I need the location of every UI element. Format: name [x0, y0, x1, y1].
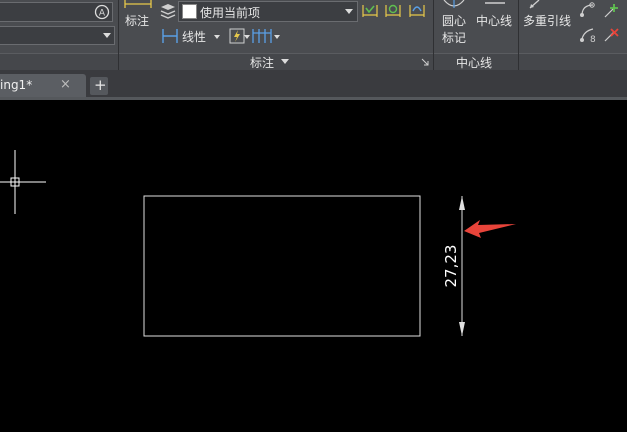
- dim-oblique-icon[interactable]: [408, 2, 426, 20]
- rectangle-shape[interactable]: [143, 195, 421, 337]
- panel-title-annotate[interactable]: 标注: [250, 54, 274, 71]
- chevron-down-icon: [103, 33, 111, 38]
- panel-title-bar: 标注 中心线: [0, 53, 627, 71]
- chevron-down-icon: [345, 9, 353, 14]
- search-box[interactable]: A: [0, 2, 113, 22]
- linear-dimension-icon[interactable]: [161, 28, 179, 44]
- svg-text:A: A: [99, 9, 106, 19]
- linear-dropdown-label[interactable]: 线性: [182, 28, 206, 45]
- panel-separator: [433, 53, 434, 70]
- multileader-button[interactable]: 多重引线: [521, 0, 573, 52]
- panel-title-centerline: 中心线: [456, 56, 493, 70]
- centermark-button[interactable]: 圆心 标记: [438, 0, 470, 52]
- dim-reassociate-icon[interactable]: [384, 2, 402, 20]
- drawing-canvas[interactable]: 27,23: [0, 100, 627, 432]
- chevron-down-icon[interactable]: [214, 35, 220, 39]
- file-tab-label: ing1*: [0, 78, 33, 92]
- centermark-label-line1: 圆心: [442, 14, 467, 28]
- close-icon[interactable]: ×: [60, 77, 71, 92]
- red-arrow-annotation: [464, 220, 516, 238]
- dimension-text[interactable]: 27,23: [442, 243, 460, 289]
- multileader-icon: [529, 0, 540, 9]
- dimension-button[interactable]: 标注: [121, 0, 155, 52]
- color-swatch: [182, 4, 197, 19]
- crosshair-cursor-icon: [0, 150, 46, 214]
- align-leader-icon[interactable]: 8: [578, 26, 596, 44]
- ribbon: A 标注 使用当前项 线性 圆心 标记 中心线 多重引线 8 标注 中心线: [0, 0, 627, 71]
- search-icon[interactable]: A: [94, 4, 110, 20]
- plus-icon: +: [94, 76, 107, 94]
- panel-separator: [118, 53, 119, 70]
- centermark-label-line2: 标记: [442, 31, 467, 45]
- chevron-down-icon[interactable]: [274, 35, 280, 39]
- continue-dimension-icon[interactable]: [252, 28, 272, 44]
- add-leader-plus-icon[interactable]: [602, 2, 620, 20]
- svg-text:8: 8: [590, 35, 596, 44]
- new-tab-button[interactable]: +: [90, 76, 108, 95]
- dimstyle-combo[interactable]: 使用当前项: [178, 1, 358, 22]
- dimstyle-combo-value: 使用当前项: [200, 6, 261, 20]
- centermark-icon: [443, 0, 465, 8]
- layer-combo[interactable]: [0, 26, 115, 45]
- chevron-down-icon[interactable]: [281, 59, 289, 64]
- dimstyle-layers-icon[interactable]: [160, 3, 176, 19]
- panel-separator: [518, 53, 519, 70]
- centerline-icon: [485, 2, 505, 4]
- chevron-down-icon[interactable]: [244, 35, 250, 39]
- file-tab-drawing[interactable]: ing1* ×: [0, 74, 86, 98]
- quick-dimension-icon[interactable]: [229, 28, 245, 44]
- drawing-svg: [0, 150, 516, 337]
- centerline-button[interactable]: 中心线: [474, 0, 516, 52]
- remove-leader-icon[interactable]: [602, 26, 620, 44]
- file-tab-bar: ing1* × +: [0, 70, 627, 99]
- centerline-label: 中心线: [476, 14, 513, 28]
- dimension-button-label: 标注: [125, 14, 150, 28]
- add-leader-icon[interactable]: [578, 2, 596, 20]
- dimension-icon: [124, 0, 152, 8]
- dim-update-icon[interactable]: [361, 2, 379, 20]
- multileader-label: 多重引线: [523, 14, 572, 28]
- panel-expand-icon[interactable]: [421, 58, 429, 66]
